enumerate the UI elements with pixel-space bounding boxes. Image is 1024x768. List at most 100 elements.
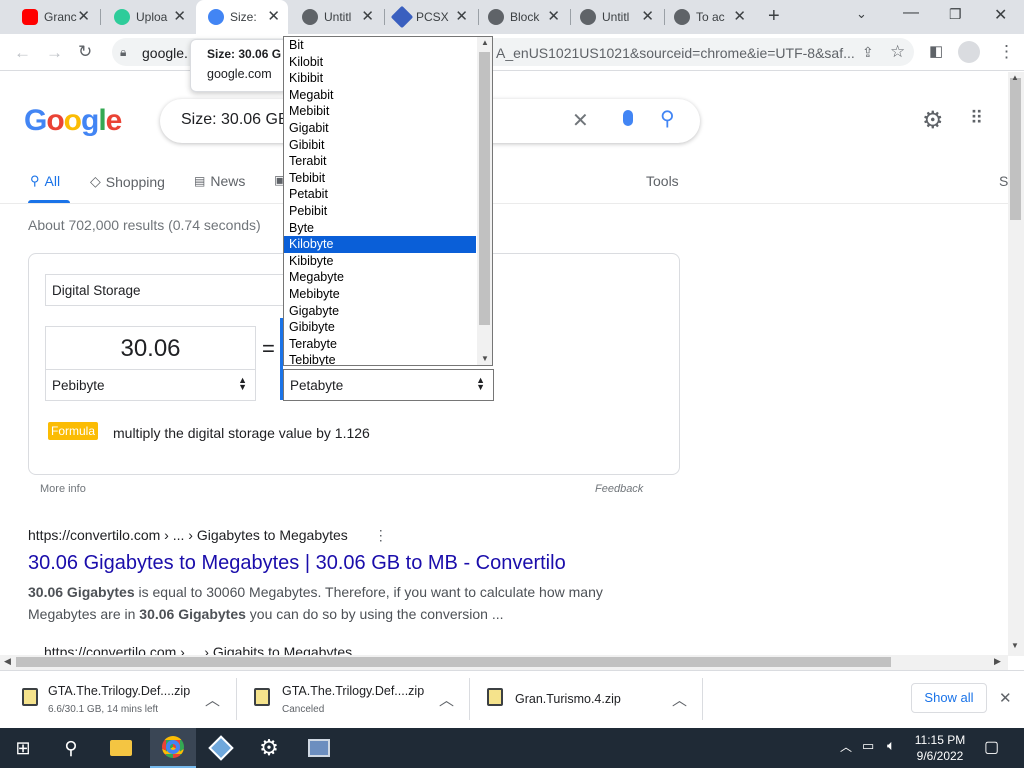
side-panel-icon[interactable]: ◧ (929, 43, 943, 60)
category-select[interactable]: Digital Storage (45, 274, 295, 306)
feedback-link[interactable]: Feedback (595, 483, 643, 495)
chevron-up-icon[interactable]: ︿ (672, 689, 687, 710)
forward-icon[interactable]: → (46, 44, 63, 61)
dropdown-option[interactable]: Bit (284, 37, 476, 54)
dropdown-option[interactable]: Kilobit (284, 54, 476, 71)
scroll-right-icon[interactable]: ▶ (994, 656, 1001, 667)
dropdown-option[interactable]: Megabit (284, 87, 476, 104)
scroll-up-icon[interactable]: ▲ (481, 38, 489, 47)
tab-4[interactable]: PCSX ✕ (386, 0, 476, 34)
tab-1[interactable]: Uploa ✕ (102, 0, 194, 34)
close-icon[interactable]: ✕ (173, 9, 186, 24)
show-all-button[interactable]: Show all (911, 683, 987, 713)
clear-icon[interactable]: ✕ (572, 108, 589, 133)
notifications-icon[interactable]: ▢ (984, 737, 999, 757)
search-input[interactable]: Size: 30.06 GB (181, 111, 289, 129)
tab-0[interactable]: Granc ✕ (8, 0, 98, 34)
to-unit-select[interactable]: Petabyte ▲ ▼ (283, 369, 494, 401)
dropdown-option[interactable]: Tebibit (284, 170, 476, 187)
taskbar-search[interactable]: ⚲ (48, 728, 94, 768)
close-icon[interactable]: ✕ (547, 9, 560, 24)
scroll-up-icon[interactable]: ▲ (1011, 73, 1019, 82)
dropdown-option[interactable]: Terabit (284, 153, 476, 170)
dropdown-option[interactable]: Terabyte (284, 336, 476, 353)
download-item-1[interactable]: GTA.The.Trilogy.Def....zip 6.6/30.1 GB, … (0, 670, 236, 728)
taskbar-file-explorer[interactable] (98, 728, 144, 768)
microphone-icon[interactable] (623, 110, 633, 126)
tab-search-icon[interactable]: ⌄ (856, 6, 867, 22)
close-icon[interactable]: ✕ (77, 9, 90, 24)
page-horizontal-scrollbar-thumb[interactable] (16, 657, 891, 667)
dropdown-option[interactable]: Tebibyte (284, 352, 476, 365)
tab-3[interactable]: Untitl ✕ (292, 0, 382, 34)
dropdown-option[interactable]: Gigabit (284, 120, 476, 137)
tab-6[interactable]: Untitl ✕ (572, 0, 662, 34)
tab-shopping[interactable]: ◇ Shopping (90, 173, 165, 190)
tab-tools[interactable]: Tools (646, 173, 679, 189)
start-button[interactable]: ⊞ (0, 728, 46, 768)
taskbar-settings[interactable]: ⚙ (246, 728, 292, 768)
dropdown-option[interactable]: Pebibit (284, 203, 476, 220)
more-options-icon[interactable]: ⋮ (374, 527, 388, 543)
volume-icon[interactable]: 🔈︎ (887, 737, 895, 754)
close-icon[interactable]: ✕ (733, 9, 746, 24)
apps-grid-icon[interactable]: ⠿ (970, 108, 983, 129)
dropdown-option[interactable]: Gigabyte (284, 303, 476, 320)
close-icon[interactable]: ✕ (267, 9, 280, 24)
google-logo[interactable]: Google (24, 104, 122, 138)
tab-news[interactable]: ▤ News (194, 173, 245, 189)
tab-5[interactable]: Block ✕ (480, 0, 568, 34)
tab-safesearch[interactable]: S (999, 173, 1008, 189)
chevron-up-icon[interactable]: ︿ (205, 689, 220, 710)
settings-gear-icon[interactable]: ⚙ (922, 106, 944, 135)
dropdown-option[interactable]: Mebibyte (284, 286, 476, 303)
tab-2-active[interactable]: Size: ✕ (196, 0, 288, 34)
bookmark-star-icon[interactable]: ☆ (890, 43, 905, 60)
restore-icon[interactable]: ❐ (949, 6, 962, 23)
tab-7[interactable]: To ac ✕ (666, 0, 754, 34)
taskbar-app[interactable] (296, 728, 342, 768)
download-item-2[interactable]: GTA.The.Trilogy.Def....zip Canceled ︿ (237, 670, 469, 728)
close-downloads-icon[interactable]: ✕ (999, 689, 1012, 707)
from-value-input[interactable]: 30.06 (45, 326, 256, 370)
taskbar-clock[interactable]: 11:15 PM 9/6/2022 (912, 732, 968, 764)
show-hidden-icons[interactable]: ︿ (840, 738, 852, 755)
scroll-left-icon[interactable]: ◀ (4, 656, 11, 667)
result-1-title[interactable]: 30.06 Gigabytes to Megabytes | 30.06 GB … (28, 552, 566, 575)
menu-kebab-icon[interactable]: ⋮ (998, 43, 1015, 60)
dropdown-option[interactable]: Gibibit (284, 137, 476, 154)
dropdown-option[interactable]: Byte (284, 220, 476, 237)
dropdown-option[interactable]: Megabyte (284, 269, 476, 286)
lock-icon[interactable]: 🔒︎ (120, 45, 126, 60)
chevron-up-icon[interactable]: ︿ (439, 689, 454, 710)
dropdown-option[interactable]: Kibibit (284, 70, 476, 87)
from-unit-select[interactable]: Pebibyte ▲ ▼ (45, 369, 256, 401)
result-1-url[interactable]: https://convertilo.com › ... › Gigabytes… (28, 527, 388, 544)
more-info-link[interactable]: More info (40, 483, 86, 495)
taskbar-pcsx[interactable] (198, 728, 244, 768)
dropdown-option[interactable]: Petabit (284, 186, 476, 203)
close-icon[interactable]: ✕ (641, 9, 654, 24)
tab-all[interactable]: ⚲ All (30, 173, 60, 189)
search-icon[interactable]: ⚲ (660, 106, 675, 131)
profile-avatar[interactable] (958, 41, 980, 63)
taskbar-chrome[interactable] (150, 728, 196, 768)
dropdown-option[interactable]: Kibibyte (284, 253, 476, 270)
dropdown-option[interactable]: Kilobyte (284, 236, 476, 253)
close-icon[interactable]: ✕ (361, 9, 374, 24)
close-icon[interactable]: ✕ (455, 9, 468, 24)
new-tab-button[interactable]: + (768, 5, 780, 28)
download-item-3[interactable]: Gran.Turismo.4.zip ︿ (470, 670, 702, 728)
scroll-down-icon[interactable]: ▼ (481, 354, 489, 363)
dropdown-option[interactable]: Gibibyte (284, 319, 476, 336)
scroll-down-icon[interactable]: ▼ (1011, 641, 1019, 650)
network-icon[interactable]: ▭ (862, 738, 874, 754)
dropdown-option[interactable]: Mebibit (284, 103, 476, 120)
share-icon[interactable]: ⇪ (862, 44, 874, 61)
reload-icon[interactable]: ↻ (78, 43, 92, 60)
window-close-icon[interactable]: ✕ (994, 5, 1007, 25)
page-vertical-scrollbar-thumb[interactable] (1010, 78, 1021, 220)
to-unit-dropdown-list[interactable]: Bit Kilobit Kibibit Megabit Mebibit Gigabit Gi… (283, 36, 493, 366)
minimize-icon[interactable]: — (903, 4, 919, 22)
dropdown-scrollbar-thumb[interactable] (479, 52, 490, 325)
